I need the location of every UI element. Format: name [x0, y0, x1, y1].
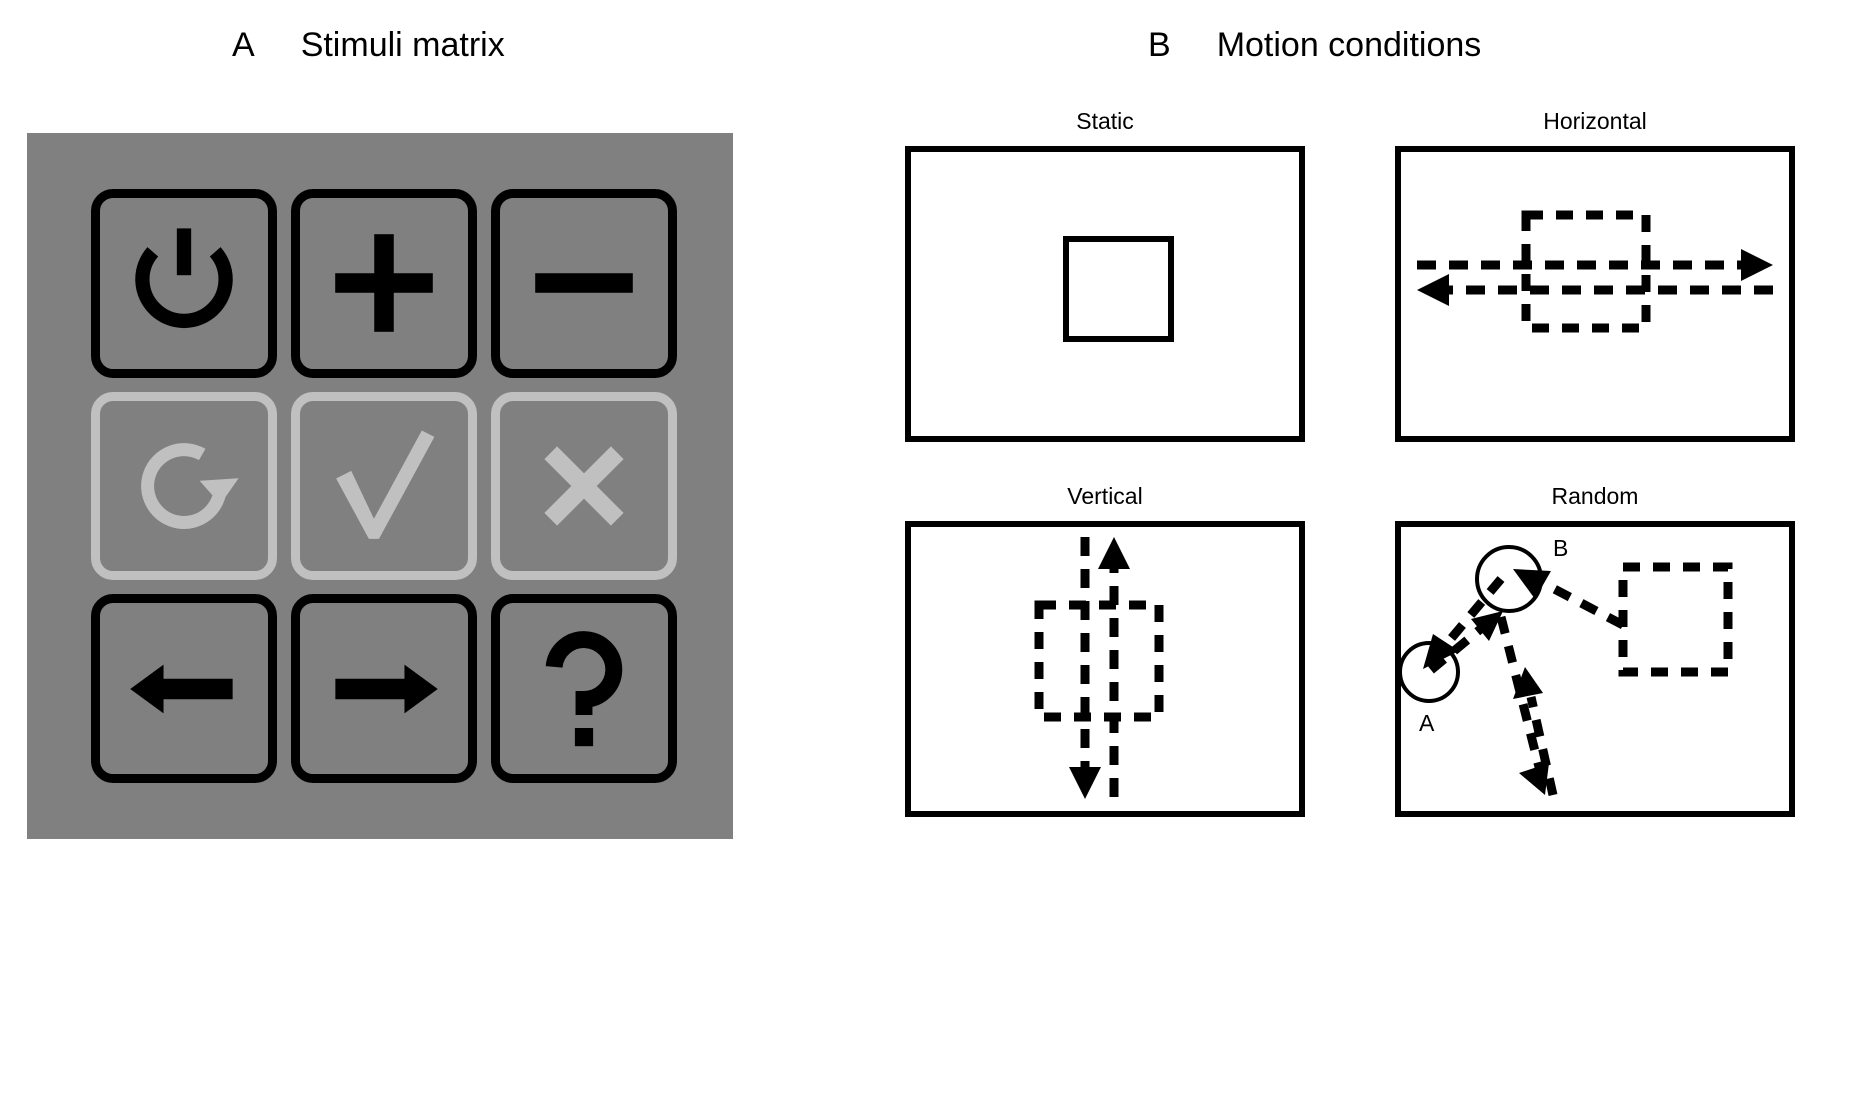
stimulus-cell-checkmark[interactable] [291, 391, 477, 581]
power-icon [119, 218, 249, 348]
condition-static-frame [905, 146, 1305, 442]
condition-static-label: Static [1076, 108, 1134, 134]
minus-icon [523, 222, 645, 344]
stimulus-cell-arrow-right[interactable] [291, 594, 477, 783]
stimulus-cell-plus[interactable] [291, 189, 477, 378]
panel-a-heading: A Stimuli matrix [232, 26, 505, 65]
panel-a-title: Stimuli matrix [300, 26, 505, 64]
vertical-diagram [1034, 537, 1164, 799]
plus-icon [323, 222, 445, 344]
condition-random-label: Random [1551, 483, 1639, 509]
stimuli-matrix [27, 133, 733, 839]
stimulus-cell-minus[interactable] [491, 189, 677, 378]
condition-random: Random B A [1395, 485, 1795, 817]
arrow-left-icon [120, 625, 248, 753]
question-mark-icon [519, 624, 649, 754]
condition-horizontal-frame [1395, 146, 1795, 442]
stimulus-cell-power[interactable] [91, 189, 277, 378]
random-marker-label-a: A [1419, 710, 1435, 736]
panel-b-letter: B [1148, 26, 1171, 64]
condition-horizontal-label: Horizontal [1543, 108, 1647, 134]
checkmark-icon [321, 423, 447, 549]
arrow-right-icon [320, 625, 448, 753]
random-marker-label-b: B [1553, 535, 1569, 561]
panel-b-title: Motion conditions [1216, 26, 1482, 64]
stimulus-cell-arrow-left[interactable] [91, 594, 277, 783]
refresh-icon [119, 421, 249, 551]
panel-a-letter: A [232, 26, 255, 64]
condition-vertical: Vertical [905, 485, 1305, 817]
condition-vertical-label: Vertical [1067, 483, 1143, 509]
random-diagram [1401, 545, 1733, 796]
panel-b-heading: B Motion conditions [1148, 26, 1481, 65]
motion-conditions: Static Horizontal Vertical Random B A [905, 110, 1825, 850]
stimulus-cell-cross[interactable] [491, 391, 677, 581]
condition-vertical-frame [905, 521, 1305, 817]
condition-static: Static [905, 110, 1305, 442]
static-diagram [1063, 236, 1174, 342]
condition-horizontal: Horizontal [1395, 110, 1795, 442]
cross-icon [528, 430, 640, 542]
stimulus-cell-question-mark[interactable] [491, 594, 677, 783]
stimulus-cell-refresh[interactable] [91, 391, 277, 581]
horizontal-diagram [1417, 210, 1773, 333]
condition-random-frame: B A [1395, 521, 1795, 817]
